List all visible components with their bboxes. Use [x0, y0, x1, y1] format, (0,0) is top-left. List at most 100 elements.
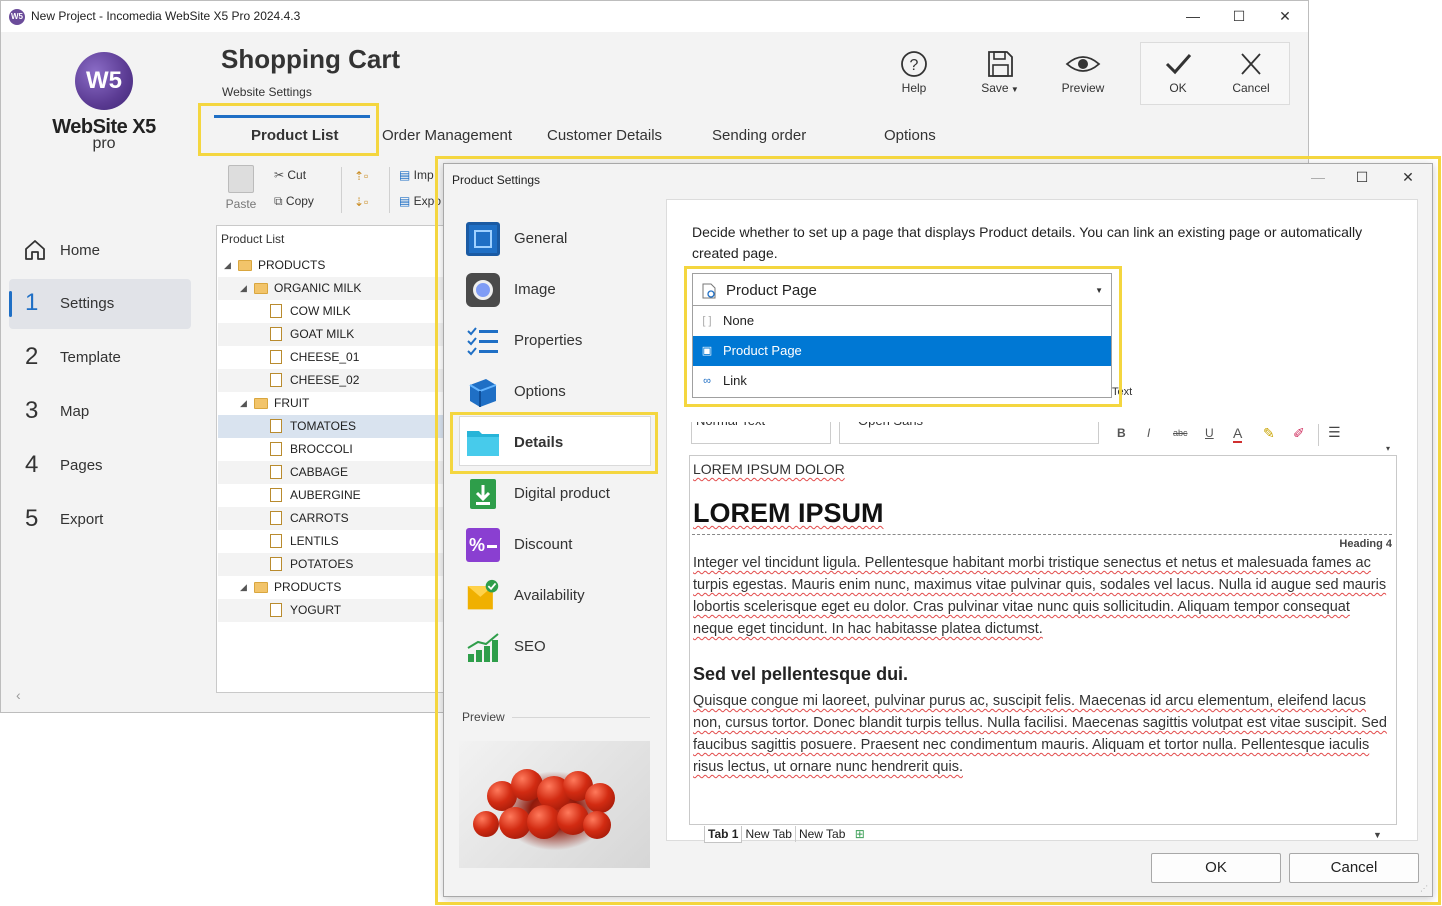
cut-button[interactable]: ✂ Cut: [274, 168, 306, 182]
folder-icon: [254, 398, 268, 409]
folder-icon: [254, 582, 268, 593]
page-subtitle: Website Settings: [222, 85, 312, 99]
app-logo-icon: W5: [9, 9, 25, 25]
paste-button[interactable]: Paste: [221, 165, 261, 213]
move-down-icon: ⇣▫: [354, 195, 369, 209]
tree-row-label: LENTILS: [290, 534, 339, 548]
tree-row[interactable]: BROCCOLI: [218, 438, 445, 461]
expand-toggle-icon[interactable]: ◢: [240, 277, 247, 300]
tree-row[interactable]: CHEESE_02: [218, 369, 445, 392]
tree-row-label: COW MILK: [290, 304, 351, 318]
app-logo: W5 WebSite X5 pro: [49, 52, 159, 157]
move-up-icon: ⇡▫: [354, 169, 369, 183]
paste-label: Paste: [225, 197, 257, 211]
cut-label: Cut: [287, 168, 307, 182]
sidebar-item-home[interactable]: Home: [9, 226, 191, 276]
tree-row-label: CARROTS: [290, 511, 349, 525]
ok-label: OK: [1169, 81, 1187, 95]
sidebar-item-label: Pages: [60, 457, 103, 474]
sidebar-item-export[interactable]: 5 Export: [9, 495, 191, 545]
product-file-icon: [270, 603, 282, 617]
product-file-icon: [270, 419, 282, 433]
export-icon: ▤: [399, 194, 414, 208]
sidebar-item-pages[interactable]: 4 Pages: [9, 441, 191, 491]
product-file-icon: [270, 350, 282, 364]
tree-row-label: CHEESE_02: [290, 373, 360, 387]
scroll-left-icon[interactable]: ‹: [16, 687, 21, 703]
save-button[interactable]: Save ▼: [968, 47, 1032, 103]
cancel-x-icon: [1241, 53, 1261, 75]
tab-options[interactable]: Options: [884, 127, 936, 144]
sidebar-item-map[interactable]: 3 Map: [9, 387, 191, 437]
logo-mark-icon: W5: [75, 52, 133, 110]
help-button[interactable]: ? Help: [882, 47, 946, 103]
product-tree[interactable]: Product List ◢ PRODUCTS ◢ ORGANIC MILK COW M…: [216, 225, 446, 693]
tree-row-label: FRUIT: [274, 396, 310, 410]
import-icon: ▤: [399, 168, 414, 182]
tree-row[interactable]: ◢ ORGANIC MILK: [218, 277, 445, 300]
eye-icon: [1065, 56, 1101, 72]
move-down-button[interactable]: ⇣▫: [354, 195, 368, 209]
tree-row-label: PRODUCTS: [258, 258, 326, 272]
import-button[interactable]: ▤ Imp: [399, 168, 434, 182]
sidebar-item-label: Map: [60, 403, 90, 420]
checkmark-icon: [1165, 54, 1192, 75]
scissors-icon: ✂: [274, 168, 288, 182]
step-number: 1: [25, 289, 39, 316]
tree-row-label: ORGANIC MILK: [274, 281, 362, 295]
sidebar-item-label: Settings: [60, 295, 115, 312]
toolbar-separator: [389, 167, 390, 213]
maximize-button[interactable]: ☐: [1219, 5, 1259, 27]
tree-row-label: PRODUCTS: [274, 580, 342, 594]
step-number: 3: [25, 397, 39, 424]
product-file-icon: [270, 534, 282, 548]
product-file-icon: [270, 488, 282, 502]
folder-icon: [254, 283, 268, 294]
svg-text:?: ?: [910, 57, 919, 74]
tree-row[interactable]: CHEESE_01: [218, 346, 445, 369]
tree-row[interactable]: GOAT MILK: [218, 323, 445, 346]
tree-row[interactable]: ◢ PRODUCTS: [218, 254, 445, 277]
product-file-icon: [270, 557, 282, 571]
sidebar-item-settings[interactable]: 1 Settings: [9, 279, 191, 329]
save-label: Save: [981, 81, 1009, 95]
tree-row[interactable]: YOGURT: [218, 599, 445, 622]
close-button[interactable]: ✕: [1265, 5, 1305, 27]
tree-row[interactable]: CARROTS: [218, 507, 445, 530]
paste-icon: [228, 165, 254, 193]
sidebar-item-template[interactable]: 2 Template: [9, 333, 191, 383]
ok-button[interactable]: OK: [1146, 47, 1210, 103]
product-file-icon: [270, 511, 282, 525]
product-file-icon: [270, 304, 282, 318]
tree-row[interactable]: POTATOES: [218, 553, 445, 576]
expand-toggle-icon[interactable]: ◢: [224, 254, 231, 277]
step-number: 4: [25, 451, 39, 478]
tree-row[interactable]: AUBERGINE: [218, 484, 445, 507]
tree-row[interactable]: TOMATOES: [218, 415, 445, 438]
cancel-button[interactable]: Cancel: [1219, 47, 1283, 103]
step-number: 2: [25, 343, 39, 370]
tree-row[interactable]: LENTILS: [218, 530, 445, 553]
tree-row[interactable]: CABBAGE: [218, 461, 445, 484]
preview-label: Preview: [1061, 81, 1105, 95]
tree-row-label: GOAT MILK: [290, 327, 355, 341]
save-disk-icon: [988, 51, 1013, 77]
product-file-icon: [270, 373, 282, 387]
minimize-button[interactable]: —: [1173, 5, 1213, 27]
product-file-icon: [270, 327, 282, 341]
expand-toggle-icon[interactable]: ◢: [240, 576, 247, 599]
tab-sending-order[interactable]: Sending order: [712, 127, 806, 144]
tab-highlight: [198, 103, 379, 156]
cancel-label: Cancel: [1232, 81, 1270, 95]
tree-row[interactable]: COW MILK: [218, 300, 445, 323]
sidebar: W5 WebSite X5 pro Home 1 Settings 2 Temp…: [1, 32, 201, 712]
tree-row[interactable]: ◢ PRODUCTS: [218, 576, 445, 599]
move-up-button[interactable]: ⇡▫: [354, 169, 368, 183]
expand-toggle-icon[interactable]: ◢: [240, 392, 247, 415]
tree-row[interactable]: ◢ FRUIT: [218, 392, 445, 415]
copy-button[interactable]: ⧉ Copy: [274, 194, 314, 209]
window-title: New Project - Incomedia WebSite X5 Pro 2…: [31, 9, 301, 23]
preview-button[interactable]: Preview: [1051, 47, 1115, 103]
tab-customer-details[interactable]: Customer Details: [547, 127, 662, 144]
tab-order-management[interactable]: Order Management: [382, 127, 512, 144]
